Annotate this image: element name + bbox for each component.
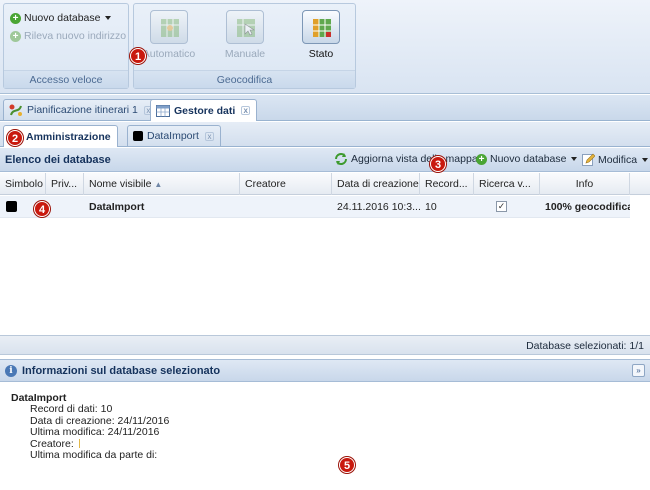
tab-dataimport[interactable]: DataImport x (127, 125, 221, 146)
tab-label: Amministrazione (26, 130, 111, 143)
close-icon[interactable]: x (204, 131, 214, 141)
detect-address-button[interactable]: + Rileva nuovo indirizzo (10, 28, 126, 44)
refresh-map-label: Aggiorna vista della mappa (351, 153, 478, 165)
status-button[interactable]: Stato (290, 8, 352, 66)
name-cell: DataImport (89, 201, 145, 213)
tab-label: Gestore dati (174, 104, 236, 117)
table-icon (156, 104, 170, 117)
info-panel-body: DataImport Record di dati: 10 Data di cr… (0, 383, 650, 490)
tab-route-planning[interactable]: Pianificazione itinerari 1 x (3, 99, 160, 120)
text-cursor (78, 439, 80, 449)
main-tab-bar: Pianificazione itinerari 1 x Gestore dat… (0, 95, 650, 121)
callout-3: 3 (430, 156, 446, 172)
database-list-title: Elenco dei database (5, 154, 111, 166)
group-caption: Geocodifica (134, 70, 355, 88)
column-display-name[interactable]: Nome visibile ▲ (84, 173, 240, 195)
new-database-toolbar-button[interactable]: + Nuovo database (476, 153, 578, 165)
manual-label: Manuale (224, 48, 266, 60)
plus-icon: + (10, 12, 21, 24)
manual-button[interactable]: Manuale (214, 8, 276, 66)
group-quick-access: + Nuovo database + Rileva nuovo indirizz… (3, 3, 129, 89)
callout-4: 4 (34, 201, 50, 217)
grid-column-headers: Simbolo Priv... Nome visibile ▲ Creatore… (0, 173, 650, 195)
caret-down-icon (571, 157, 578, 161)
column-info[interactable]: Info (540, 173, 630, 195)
column-created[interactable]: Data di creazione (332, 173, 420, 195)
database-list-toolbar: Elenco dei database Aggiorna vista della… (0, 148, 650, 172)
edit-icon (582, 153, 595, 166)
info-line-modified: Ultima modifica: 24/11/2016 (30, 426, 160, 438)
info-line-creator-label: Creatore: (30, 437, 74, 450)
route-icon (9, 104, 22, 116)
selection-count: Database selezionati: 1/1 (526, 340, 644, 352)
column-creator[interactable]: Creatore (240, 173, 332, 195)
new-database-label: Nuovo database (490, 153, 567, 165)
edit-label: Modifica (598, 153, 638, 166)
callout-1: 1 (130, 48, 146, 64)
column-label: Nome visibile (89, 178, 152, 190)
collapse-icon[interactable]: » (632, 364, 645, 377)
caret-down-icon (105, 16, 112, 20)
caret-down-icon (642, 157, 649, 162)
sort-ascending-icon: ▲ (154, 180, 163, 189)
records-cell: 10 (425, 201, 437, 213)
new-database-label: Nuovo database (24, 12, 101, 24)
close-icon[interactable]: x (241, 106, 251, 115)
grid-status-bar: Database selezionati: 1/1 (0, 335, 650, 355)
group-geocoding: Automatico Manuale Stato Geocodifica (133, 3, 356, 89)
callout-5: 5 (339, 457, 355, 473)
automatic-button[interactable]: Automatico (138, 8, 200, 66)
callout-2: 2 (7, 130, 23, 146)
column-records[interactable]: Record... (420, 173, 474, 195)
info-panel-header: i Informazioni sul database selezionato … (0, 359, 650, 382)
sub-tab-bar: Amministrazione DataImport x (0, 122, 650, 147)
edit-button[interactable]: Modifica (582, 153, 649, 166)
refresh-icon (335, 153, 347, 165)
column-private[interactable]: Priv... (46, 173, 84, 195)
table-row[interactable]: DataImport 24.11.2016 10:3... 10 ✓ 100% … (0, 196, 630, 218)
search-cell: ✓ (474, 196, 540, 218)
info-line-records: Record di dati: 10 (30, 403, 113, 415)
automatic-label: Automatico (142, 48, 196, 60)
status-geocode-icon (302, 10, 340, 44)
group-caption: Accesso veloce (4, 70, 128, 88)
detect-address-label: Rileva nuovo indirizzo (24, 30, 127, 42)
info-icon: i (5, 365, 17, 377)
new-database-button[interactable]: + Nuovo database (10, 10, 112, 26)
info-panel-title: Informazioni sul database selezionato (22, 365, 221, 377)
info-cell: 100% geocodificat (545, 201, 630, 213)
black-symbol-icon (6, 201, 17, 212)
plus-icon: + (476, 153, 487, 165)
manual-geocode-icon (226, 10, 264, 44)
search-checkbox[interactable]: ✓ (496, 201, 507, 212)
creator-cell (240, 196, 332, 218)
black-symbol-icon (133, 131, 143, 141)
status-label: Stato (308, 48, 334, 60)
tab-label: Pianificazione itinerari 1 (27, 104, 138, 116)
tab-data-manager[interactable]: Gestore dati x (150, 99, 258, 121)
column-search[interactable]: Ricerca v... (474, 173, 540, 195)
auto-geocode-icon (150, 10, 188, 44)
refresh-map-button[interactable]: Aggiorna vista della mappa (334, 153, 478, 165)
ribbon: + Nuovo database + Rileva nuovo indirizz… (0, 0, 650, 94)
info-line-modified-by: Ultima modifica da parte di: (30, 449, 158, 461)
created-cell: 24.11.2016 10:3... (337, 201, 420, 213)
plus-icon: + (10, 30, 21, 42)
tab-label: DataImport (147, 130, 199, 142)
column-symbol[interactable]: Simbolo (0, 173, 46, 195)
